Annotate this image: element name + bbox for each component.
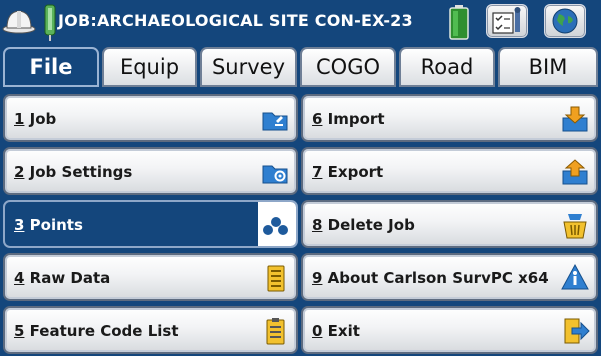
tab-bim[interactable]: BIM [498,47,598,87]
globe-button[interactable] [544,4,586,38]
title-bar: JOB:ARCHAEOLOGICAL SITE CON-EX-23 [0,0,601,43]
job-settings-icon [262,165,288,184]
menu-item-feature-code-list[interactable]: 5 Feature Code List [3,306,298,354]
menu-item-delete-job[interactable]: 8 Delete Job [301,200,598,248]
configure-button[interactable] [486,4,528,38]
menu-item-number: 8 [312,216,323,234]
menu-item-label: Import [327,110,385,128]
menu-item-export[interactable]: 7 Export [301,147,598,195]
menu-item-number: 4 [14,269,25,287]
menu-item-label: Job Settings [29,163,133,181]
import-icon [562,106,588,132]
file-menu: 1 Job 2 Job Settings 3 Points 4 Raw Data [0,91,601,356]
menu-item-label: Raw Data [29,269,111,287]
points-icon-background [258,202,296,246]
menu-item-number: 3 [14,216,25,234]
feature-code-list-icon [266,318,285,345]
globe-icon [552,8,578,34]
delete-job-icon [563,214,587,239]
menu-item-exit[interactable]: 0 Exit [301,306,598,354]
menu-item-number: 7 [312,163,323,181]
menu-item-number: 1 [14,110,25,128]
configure-icon [492,7,521,34]
tab-bar: File Equip Survey COGO Road BIM [0,44,601,88]
menu-item-number: 6 [312,110,323,128]
exit-icon [564,318,590,344]
gps-receiver-icon[interactable] [43,3,57,41]
about-icon [561,263,589,290]
hard-hat-icon[interactable] [2,7,36,35]
tab-cogo[interactable]: COGO [300,47,396,87]
tab-survey[interactable]: Survey [200,47,297,87]
points-icon [263,217,288,235]
menu-item-label: Job [29,110,57,128]
tab-road[interactable]: Road [399,47,495,87]
menu-item-label: About Carlson SurvPC x64 [327,269,549,287]
menu-item-points[interactable]: 3 Points [3,200,298,248]
raw-data-icon [267,265,285,292]
menu-item-label: Feature Code List [29,322,179,340]
menu-item-number: 9 [312,269,323,287]
battery-icon [449,5,469,40]
menu-item-number: 5 [14,322,25,340]
menu-item-number: 2 [14,163,25,181]
menu-item-about[interactable]: 9 About Carlson SurvPC x64 [301,253,598,301]
tab-equip[interactable]: Equip [102,47,197,87]
menu-item-label: Exit [327,322,360,340]
job-title: JOB:ARCHAEOLOGICAL SITE CON-EX-23 [58,11,413,30]
tab-file[interactable]: File [3,47,99,87]
menu-item-raw-data[interactable]: 4 Raw Data [3,253,298,301]
menu-item-job[interactable]: 1 Job [3,94,298,142]
job-folder-icon [262,112,288,131]
export-icon [562,159,588,185]
menu-item-job-settings[interactable]: 2 Job Settings [3,147,298,195]
menu-item-label: Points [29,216,83,234]
menu-item-number: 0 [312,322,323,340]
menu-item-label: Delete Job [327,216,415,234]
menu-item-import[interactable]: 6 Import [301,94,598,142]
menu-item-label: Export [327,163,384,181]
